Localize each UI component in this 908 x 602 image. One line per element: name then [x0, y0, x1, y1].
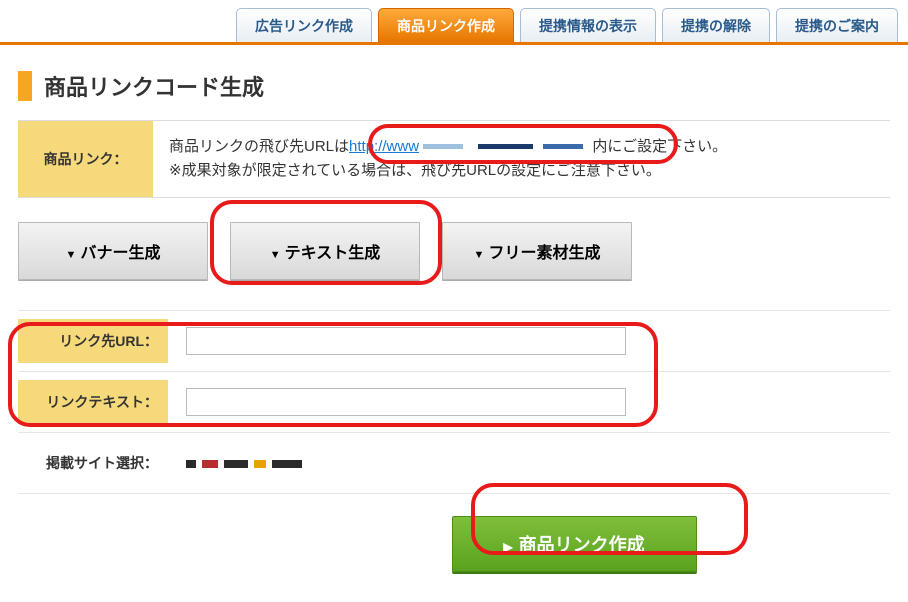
triangle-right-icon: ▶	[503, 540, 512, 554]
generate-banner-label: バナー生成	[80, 245, 160, 262]
generate-free-label: フリー素材生成	[488, 245, 600, 262]
product-link-info: 商品リンク： 商品リンクの飛び先URLはhttp://www 内にご設定下さい。…	[18, 120, 890, 198]
create-product-link-label: 商品リンク作成	[519, 535, 645, 555]
input-link-text[interactable]	[186, 388, 626, 416]
generate-buttons: ▼バナー生成 ▼テキスト生成 ▼フリー素材生成	[18, 222, 908, 280]
info-line1-pre: 商品リンクの飛び先URLは	[169, 138, 349, 155]
redact-icon	[272, 460, 302, 468]
label-link-text: リンクテキスト：	[18, 380, 168, 424]
chevron-down-icon: ▼	[66, 249, 77, 261]
tab-bar: 広告リンク作成 商品リンク作成 提携情報の表示 提携の解除 提携のご案内	[0, 0, 908, 45]
site-select-value[interactable]	[186, 460, 308, 468]
redacted-url-icon	[423, 139, 588, 155]
page-title-row: 商品リンクコード生成	[18, 70, 908, 102]
chevron-down-icon: ▼	[270, 249, 281, 261]
redact-icon	[254, 460, 266, 468]
label-link-url: リンク先URL：	[18, 319, 168, 363]
input-link-url[interactable]	[186, 327, 626, 355]
generate-text-button[interactable]: ▼ テキスト生成	[230, 222, 420, 280]
product-link-info-label: 商品リンク：	[18, 121, 153, 197]
row-link-url: リンク先URL：	[18, 310, 890, 371]
row-site-select: 掲載サイト選択：	[18, 432, 890, 494]
generate-banner-button[interactable]: ▼バナー生成	[18, 222, 208, 280]
info-line2: ※成果対象が限定されている場合は、飛び先URLの設定にご注意下さい。	[169, 162, 661, 179]
generate-text-label: テキスト生成	[285, 245, 381, 262]
tab-partner-cancel[interactable]: 提携の解除	[662, 8, 770, 42]
row-link-text: リンクテキスト：	[18, 371, 890, 432]
page-title: 商品リンクコード生成	[44, 70, 264, 102]
redact-icon	[202, 460, 218, 468]
chevron-down-icon: ▼	[474, 249, 485, 261]
label-site-select: 掲載サイト選択：	[18, 441, 168, 485]
tab-partner-info[interactable]: 提携情報の表示	[520, 8, 656, 42]
redact-icon	[186, 460, 196, 468]
redact-icon	[224, 460, 248, 468]
submit-row: ▶ 商品リンク作成	[0, 516, 908, 572]
link-form: リンク先URL： リンクテキスト： 掲載サイト選択：	[18, 310, 890, 494]
tab-partner-guide[interactable]: 提携のご案内	[776, 8, 898, 42]
info-url-link[interactable]: http://www	[349, 138, 419, 155]
generate-free-button[interactable]: ▼フリー素材生成	[442, 222, 632, 280]
title-accent-icon	[18, 71, 32, 101]
info-line1-post: 内にご設定下さい。	[592, 138, 727, 155]
create-product-link-button[interactable]: ▶ 商品リンク作成	[452, 516, 697, 572]
tab-product-link[interactable]: 商品リンク作成	[378, 8, 514, 42]
product-link-info-body: 商品リンクの飛び先URLはhttp://www 内にご設定下さい。 ※成果対象が…	[153, 121, 890, 197]
tab-ad-link[interactable]: 広告リンク作成	[236, 8, 372, 42]
